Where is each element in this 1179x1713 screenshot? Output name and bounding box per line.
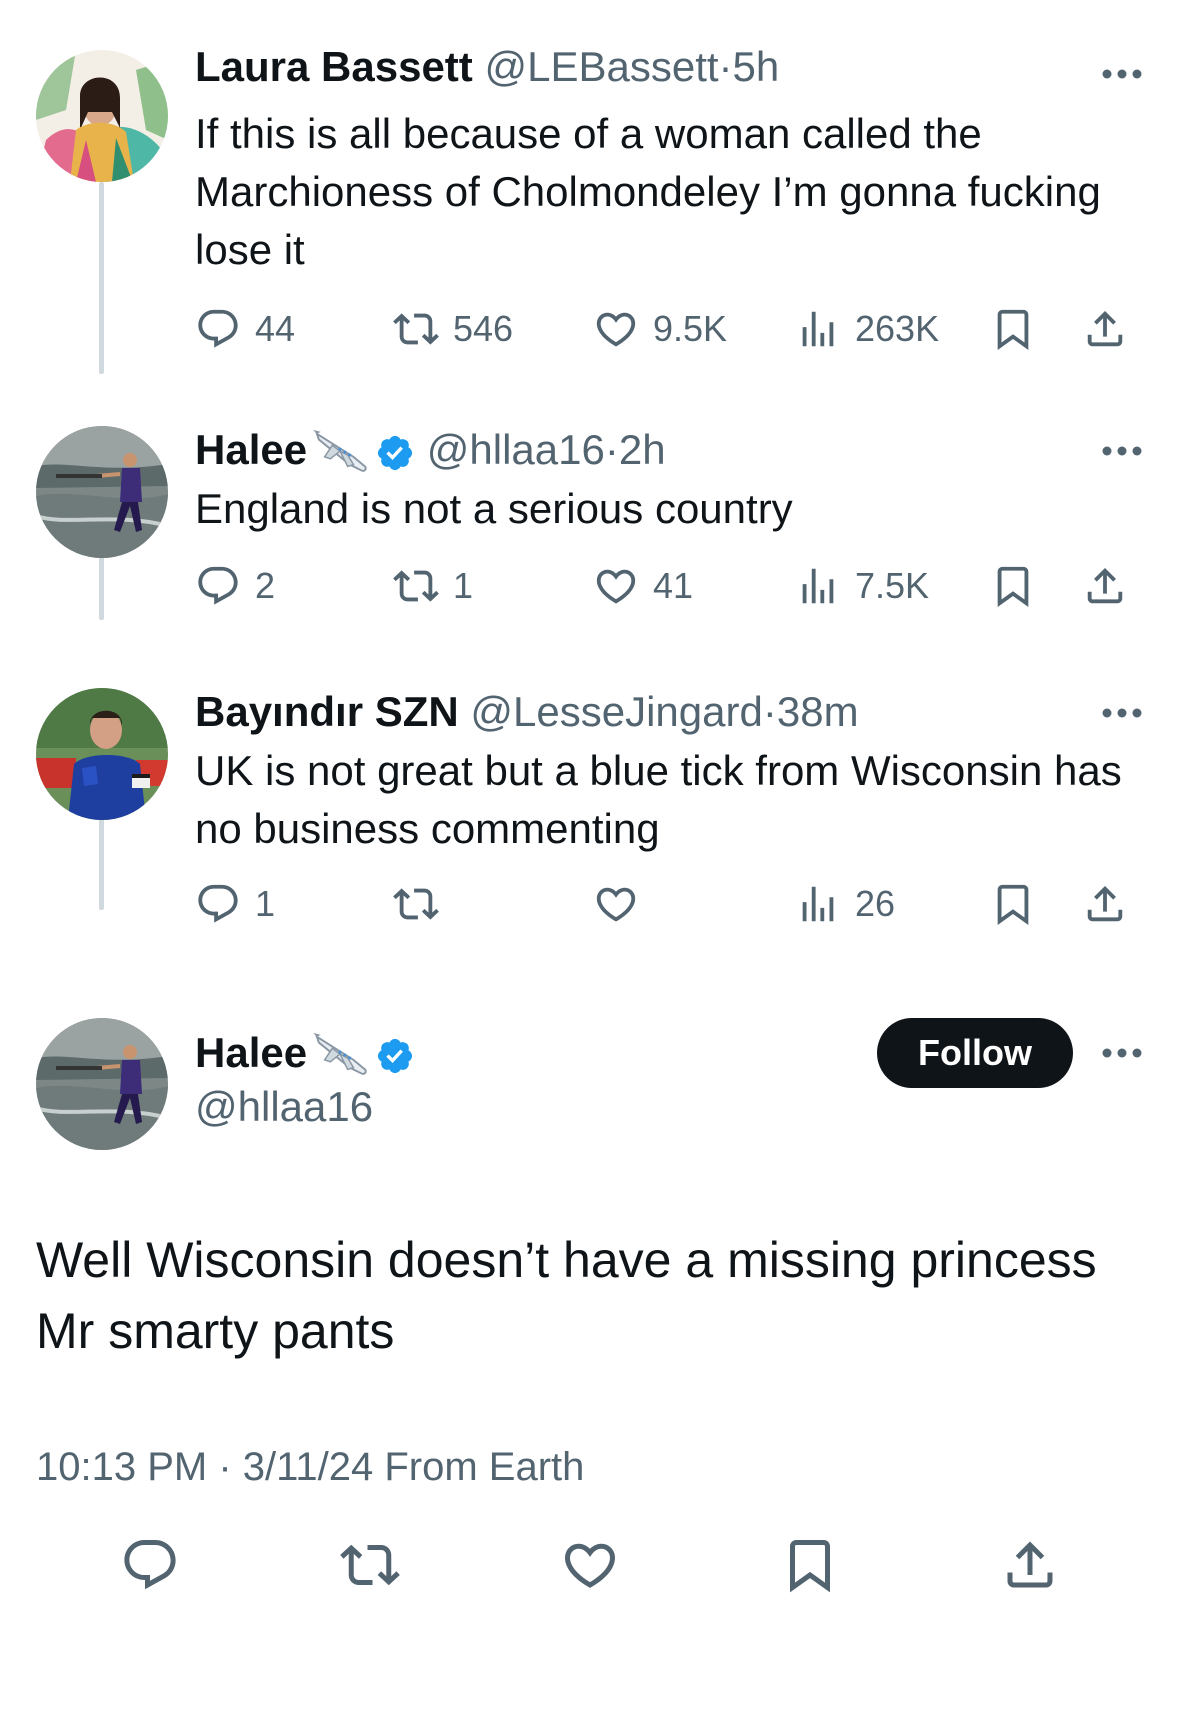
tweet-actions: 2 1 41 7.5K [0, 561, 1179, 611]
share-icon [1082, 881, 1128, 927]
retweet-button[interactable] [393, 879, 453, 929]
more-icon[interactable] [1100, 67, 1144, 81]
share-button[interactable] [1082, 304, 1128, 354]
follow-button[interactable]: Follow [877, 1018, 1073, 1088]
heart-icon [593, 881, 639, 927]
views-icon [795, 881, 841, 927]
separator-dot: · [604, 426, 619, 473]
avatar[interactable] [36, 688, 168, 820]
retweet-button[interactable] [340, 1535, 400, 1595]
bookmark-icon [990, 881, 1036, 927]
bookmark-icon [990, 563, 1036, 609]
bookmark-button[interactable] [990, 879, 1036, 929]
display-name[interactable]: Laura Bassett [195, 43, 473, 90]
retweet-icon [393, 306, 439, 352]
main-tweet-actions [0, 1535, 1179, 1599]
views-count: 26 [855, 883, 896, 924]
share-icon [1082, 306, 1128, 352]
retweet-button[interactable]: 1 [393, 561, 473, 611]
verified-badge-icon[interactable] [375, 433, 415, 473]
user-handle[interactable]: @LEBassett [484, 43, 718, 90]
tweet-text: UK is not great but a blue tick from Wis… [195, 747, 1122, 852]
reply-icon [195, 881, 241, 927]
views-button[interactable]: 263K [795, 304, 939, 354]
reply-button[interactable]: 1 [195, 879, 275, 929]
reply-icon [195, 306, 241, 352]
separator-dot: · [718, 43, 733, 90]
tweet-text: If this is all because of a woman called… [195, 110, 1101, 273]
verified-badge-icon[interactable] [375, 1036, 415, 1076]
user-handle[interactable]: @hllaa16 [195, 1083, 373, 1130]
display-name[interactable]: Bayındır SZN [195, 688, 459, 735]
bookmark-button[interactable] [990, 561, 1036, 611]
main-tweet-name-line: Halee [195, 1027, 415, 1081]
tweet-actions: 44 546 9.5K 263K [0, 304, 1179, 354]
retweet-count: 1 [453, 565, 474, 606]
retweet-icon [393, 881, 439, 927]
reply-button[interactable]: 44 [195, 304, 295, 354]
bookmark-button[interactable] [990, 304, 1036, 354]
share-icon [1082, 563, 1128, 609]
share-button[interactable] [1082, 879, 1128, 929]
display-name[interactable]: Halee [195, 426, 307, 473]
separator-dot: · [762, 688, 777, 735]
avatar[interactable] [36, 426, 168, 558]
share-button[interactable] [1000, 1535, 1060, 1595]
reply-count: 2 [255, 565, 276, 606]
tweet-header: Halee @hllaa16·2h [195, 424, 666, 478]
tweet-laura-bassett[interactable]: Laura Bassett @LEBassett·5h If this is a… [0, 0, 1179, 380]
like-count: 41 [653, 565, 694, 606]
tweet-timestamp[interactable]: 10:13 PM · 3/11/24 From Earth [36, 1442, 584, 1492]
user-handle[interactable]: @LesseJingard [470, 688, 762, 735]
bookmark-button[interactable] [780, 1535, 840, 1595]
retweet-count: 546 [453, 308, 514, 349]
display-name[interactable]: Halee [195, 1029, 307, 1076]
more-icon[interactable] [1100, 444, 1144, 458]
reply-button[interactable]: 2 [195, 561, 275, 611]
tweet-header: Laura Bassett @LEBassett·5h [195, 41, 779, 93]
reply-count: 44 [255, 308, 296, 349]
more-icon[interactable] [1100, 706, 1144, 720]
like-button[interactable] [560, 1535, 620, 1595]
avatar[interactable] [36, 50, 168, 182]
tweet-time[interactable]: 2h [619, 426, 666, 473]
reply-button[interactable] [120, 1535, 180, 1595]
tweet-actions: 1 26 [0, 879, 1179, 929]
like-button[interactable]: 41 [593, 561, 693, 611]
reply-icon [195, 563, 241, 609]
like-button[interactable]: 9.5K [593, 304, 727, 354]
retweet-button[interactable]: 546 [393, 304, 513, 354]
tweet-time[interactable]: 5h [733, 43, 780, 90]
views-button[interactable]: 26 [795, 879, 895, 929]
bookmark-icon [990, 306, 1036, 352]
like-count: 9.5K [653, 308, 728, 349]
share-icon [1000, 1535, 1060, 1595]
bookmark-icon [780, 1535, 840, 1595]
tweet-header: Bayındır SZN @LesseJingard·38m [195, 686, 859, 738]
views-button[interactable]: 7.5K [795, 561, 929, 611]
airplane-emoji [311, 428, 369, 478]
more-icon[interactable] [1100, 1046, 1144, 1060]
main-tweet-handle-line: @hllaa16 [195, 1081, 373, 1133]
retweet-icon [393, 563, 439, 609]
like-button[interactable] [593, 879, 653, 929]
retweet-icon [340, 1535, 400, 1595]
airplane-emoji [311, 1031, 369, 1081]
main-tweet-text: Well Wisconsin doesn’t have a missing pr… [36, 1232, 1097, 1359]
tweet-time[interactable]: 38m [777, 688, 859, 735]
views-icon [795, 306, 841, 352]
views-count: 263K [855, 308, 940, 349]
reply-icon [120, 1535, 180, 1595]
avatar[interactable] [36, 1018, 168, 1150]
share-button[interactable] [1082, 561, 1128, 611]
reply-count: 1 [255, 883, 276, 924]
heart-icon [560, 1535, 620, 1595]
views-icon [795, 563, 841, 609]
heart-icon [593, 563, 639, 609]
user-handle[interactable]: @hllaa16 [427, 426, 605, 473]
views-count: 7.5K [855, 565, 930, 606]
heart-icon [593, 306, 639, 352]
tweet-text: England is not a serious country [195, 485, 793, 532]
